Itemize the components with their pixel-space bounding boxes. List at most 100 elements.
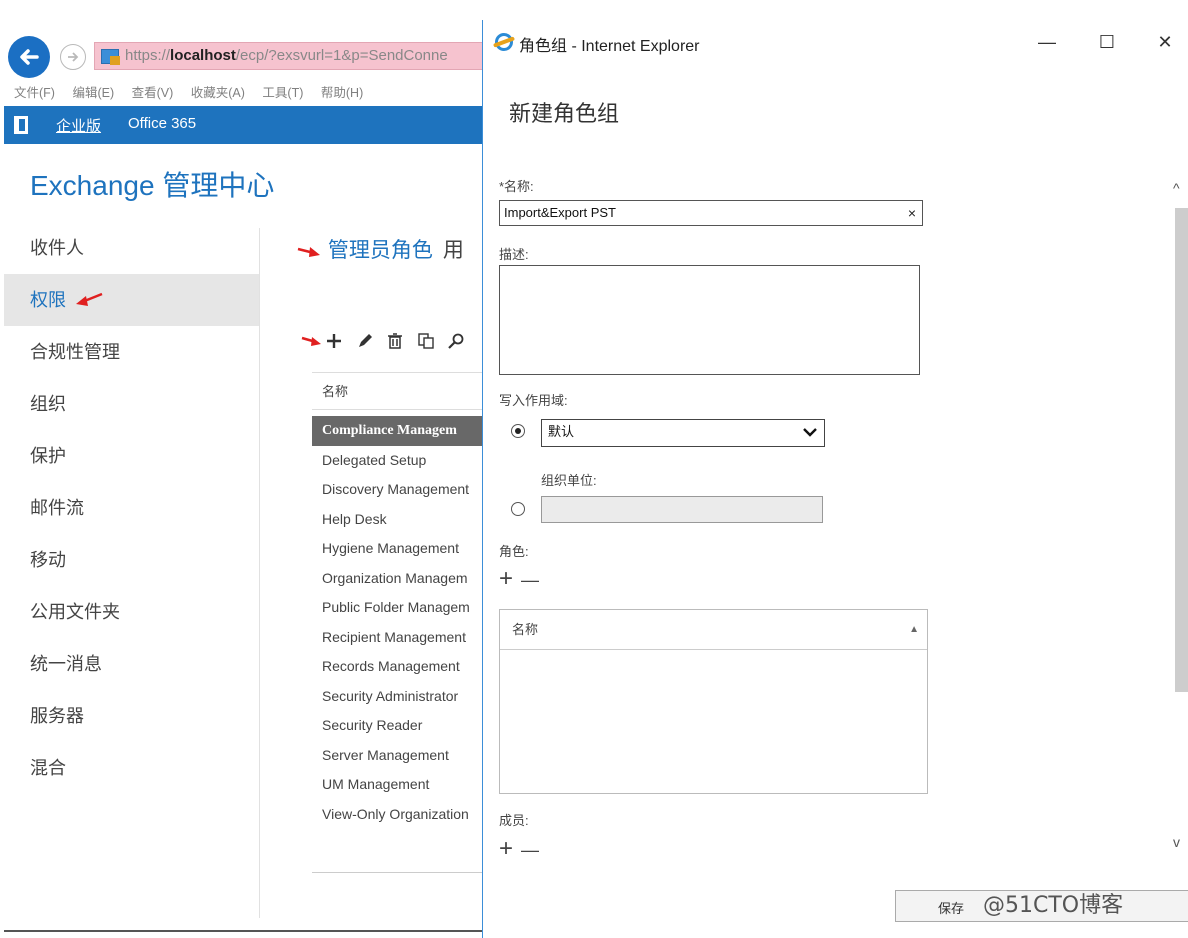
write-scope-selected: 默认 <box>548 424 575 439</box>
add-icon[interactable] <box>326 333 342 349</box>
nav-item-label: 合规性管理 <box>30 342 120 362</box>
url-host: localhost <box>170 47 236 64</box>
table-row[interactable]: Discovery Management <box>312 475 484 505</box>
close-button[interactable]: ✕ <box>1145 28 1185 56</box>
dialog-window-title: 角色组 - Internet Explorer <box>519 38 700 55</box>
menu-file[interactable]: 文件(F) <box>14 86 55 100</box>
nav-item-organization[interactable]: 组织 <box>4 378 260 430</box>
nav-item-hybrid[interactable]: 混合 <box>4 742 260 794</box>
nav-item-protection[interactable]: 保护 <box>4 430 260 482</box>
table-row[interactable]: Records Management <box>312 652 484 682</box>
minimize-button[interactable]: — <box>1027 28 1067 56</box>
left-nav: 收件人 权限 合规性管理 组织 保护 邮件流 移动 公用文件夹 统一消息 服务器… <box>4 222 260 794</box>
red-arrow-icon <box>76 292 103 306</box>
delete-trash-icon[interactable] <box>387 333 403 349</box>
edition-link-enterprise[interactable]: 企业版 <box>56 115 101 136</box>
forward-arrow-icon <box>68 52 79 62</box>
nav-item-compliance[interactable]: 合规性管理 <box>4 326 260 378</box>
red-arrow-icon <box>301 336 321 346</box>
user-roles-tab[interactable]: 用 <box>443 239 464 262</box>
name-field[interactable]: Import&Export PST × <box>499 200 923 226</box>
table-row[interactable]: UM Management <box>312 770 484 800</box>
table-header-name[interactable]: 名称 <box>312 372 484 410</box>
dialog-scrollbar[interactable]: ^ v <box>1173 180 1188 860</box>
search-icon[interactable] <box>448 333 464 349</box>
dialog-titlebar[interactable]: 角色组 - Internet Explorer — ☐ ✕ <box>483 20 1188 64</box>
name-field-value: Import&Export PST <box>504 205 616 220</box>
menu-view[interactable]: 查看(V) <box>132 86 174 100</box>
table-row[interactable]: Delegated Setup <box>312 446 484 476</box>
menu-edit[interactable]: 编辑(E) <box>72 86 114 100</box>
description-field[interactable] <box>499 265 920 375</box>
members-label: 成员: <box>499 813 529 828</box>
clear-icon[interactable]: × <box>908 201 916 225</box>
table-row[interactable]: Security Reader <box>312 711 484 741</box>
nav-item-mobile[interactable]: 移动 <box>4 534 260 586</box>
address-bar[interactable]: https://localhost/ecp/?exsvurl=1&p=SendC… <box>94 42 494 70</box>
sort-ascending-icon[interactable]: ▲ <box>909 610 919 650</box>
role-group-toolbar <box>300 332 474 360</box>
table-row[interactable]: Compliance Managem <box>312 416 484 446</box>
table-row[interactable]: Security Administrator <box>312 682 484 712</box>
nav-item-label: 权限 <box>30 290 66 310</box>
ou-label: 组织单位: <box>541 473 597 488</box>
roles-label: 角色: <box>499 544 529 559</box>
roles-table-header[interactable]: 名称 ▲ <box>500 610 927 650</box>
remove-member-icon[interactable]: — <box>521 840 539 860</box>
edit-pencil-icon[interactable] <box>357 333 373 349</box>
watermark: @51CTO博客 <box>983 893 1124 918</box>
table-row[interactable]: Hygiene Management <box>312 534 484 564</box>
ou-field[interactable] <box>541 496 823 523</box>
table-row[interactable]: Help Desk <box>312 505 484 535</box>
nav-item-permissions[interactable]: 权限 <box>4 274 260 326</box>
nav-item-label: 组织 <box>30 394 66 414</box>
table-row[interactable]: View-Only Organization <box>312 800 484 830</box>
maximize-button[interactable]: ☐ <box>1087 28 1127 56</box>
browser-menu-bar: 文件(F) 编辑(E) 查看(V) 收藏夹(A) 工具(T) 帮助(H) <box>14 82 377 102</box>
scroll-down-icon[interactable]: v <box>1173 834 1180 850</box>
chevron-down-icon <box>803 428 817 437</box>
menu-tools[interactable]: 工具(T) <box>262 86 303 100</box>
table-footer-divider <box>312 872 484 873</box>
back-arrow-icon <box>20 49 39 65</box>
red-arrow-icon <box>297 247 320 258</box>
members-add-remove: + — <box>499 835 547 863</box>
edition-link-office365[interactable]: Office 365 <box>128 115 196 132</box>
write-scope-select[interactable]: 默认 <box>541 419 825 447</box>
nav-item-label: 统一消息 <box>30 654 102 674</box>
table-row[interactable]: Server Management <box>312 741 484 771</box>
add-role-icon[interactable]: + <box>499 565 513 592</box>
nav-item-label: 公用文件夹 <box>30 602 120 622</box>
dialog-heading: 新建角色组 <box>509 101 620 126</box>
nav-item-servers[interactable]: 服务器 <box>4 690 260 742</box>
office-logo-icon <box>14 116 28 134</box>
role-groups-table: 名称 Compliance Managem Delegated Setup Di… <box>312 372 484 829</box>
nav-item-label: 混合 <box>30 758 66 778</box>
scroll-thumb[interactable] <box>1175 208 1188 692</box>
admin-roles-tab[interactable]: 管理员角色 <box>328 239 433 262</box>
admin-roles-heading: 管理员角色用 <box>296 234 464 264</box>
nav-item-label: 收件人 <box>30 238 84 258</box>
menu-favorites[interactable]: 收藏夹(A) <box>191 86 245 100</box>
roles-table: 名称 ▲ <box>499 609 928 794</box>
forward-button[interactable] <box>60 44 86 70</box>
default-scope-radio[interactable] <box>511 424 525 438</box>
nav-item-unified-messaging[interactable]: 统一消息 <box>4 638 260 690</box>
nav-item-recipients[interactable]: 收件人 <box>4 222 260 274</box>
copy-icon[interactable] <box>418 333 434 349</box>
internet-explorer-icon <box>495 33 513 51</box>
roles-add-remove: + — <box>499 565 547 593</box>
back-button[interactable] <box>8 36 50 78</box>
menu-help[interactable]: 帮助(H) <box>321 86 363 100</box>
remove-role-icon[interactable]: — <box>521 570 539 590</box>
nav-item-mail-flow[interactable]: 邮件流 <box>4 482 260 534</box>
save-button[interactable]: 保存 <box>938 898 964 917</box>
ou-scope-radio[interactable] <box>511 502 525 516</box>
table-row[interactable]: Public Folder Managem <box>312 593 484 623</box>
url-prefix: https:// <box>125 47 171 64</box>
scroll-up-icon[interactable]: ^ <box>1173 180 1180 196</box>
table-row[interactable]: Recipient Management <box>312 623 484 653</box>
nav-item-public-folders[interactable]: 公用文件夹 <box>4 586 260 638</box>
add-member-icon[interactable]: + <box>499 835 513 862</box>
table-row[interactable]: Organization Managem <box>312 564 484 594</box>
